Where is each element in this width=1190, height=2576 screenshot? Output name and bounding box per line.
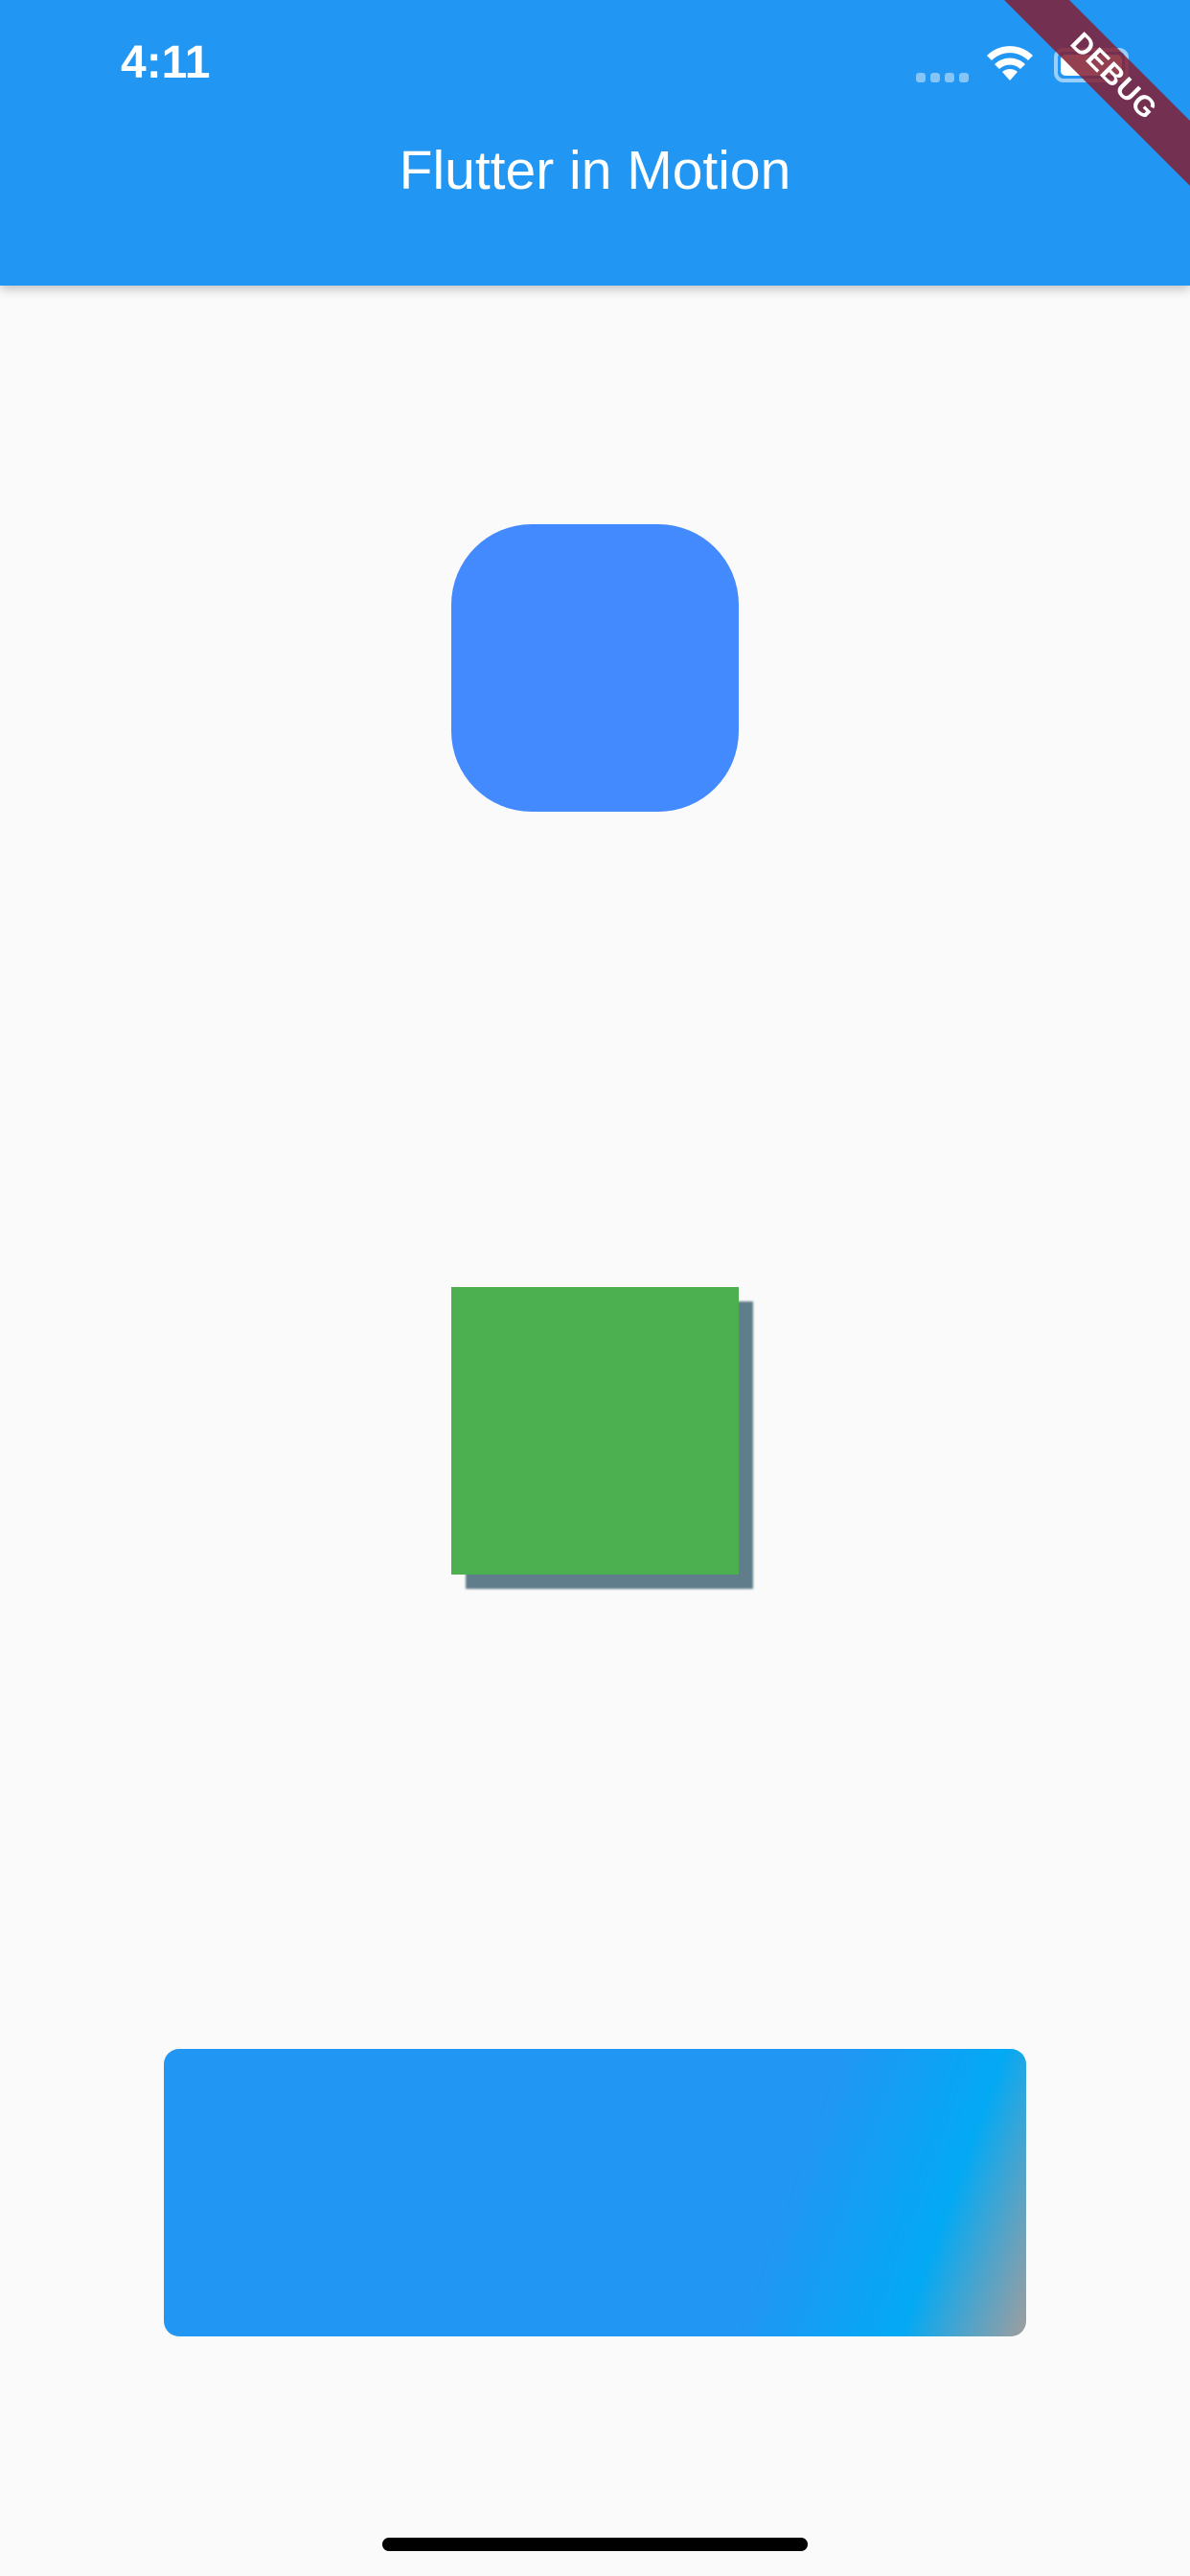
app-bar: 4:11 Flutter in Motion bbox=[0, 0, 1190, 286]
app-title: Flutter in Motion bbox=[399, 140, 791, 201]
signal-dots-icon bbox=[916, 73, 972, 84]
wifi-icon bbox=[987, 46, 1033, 80]
gradient-card bbox=[164, 2049, 1026, 2336]
status-time: 4:11 bbox=[121, 37, 211, 88]
home-indicator[interactable] bbox=[382, 2538, 808, 2551]
green-square bbox=[451, 1287, 739, 1575]
rounded-blue-box bbox=[451, 524, 739, 812]
